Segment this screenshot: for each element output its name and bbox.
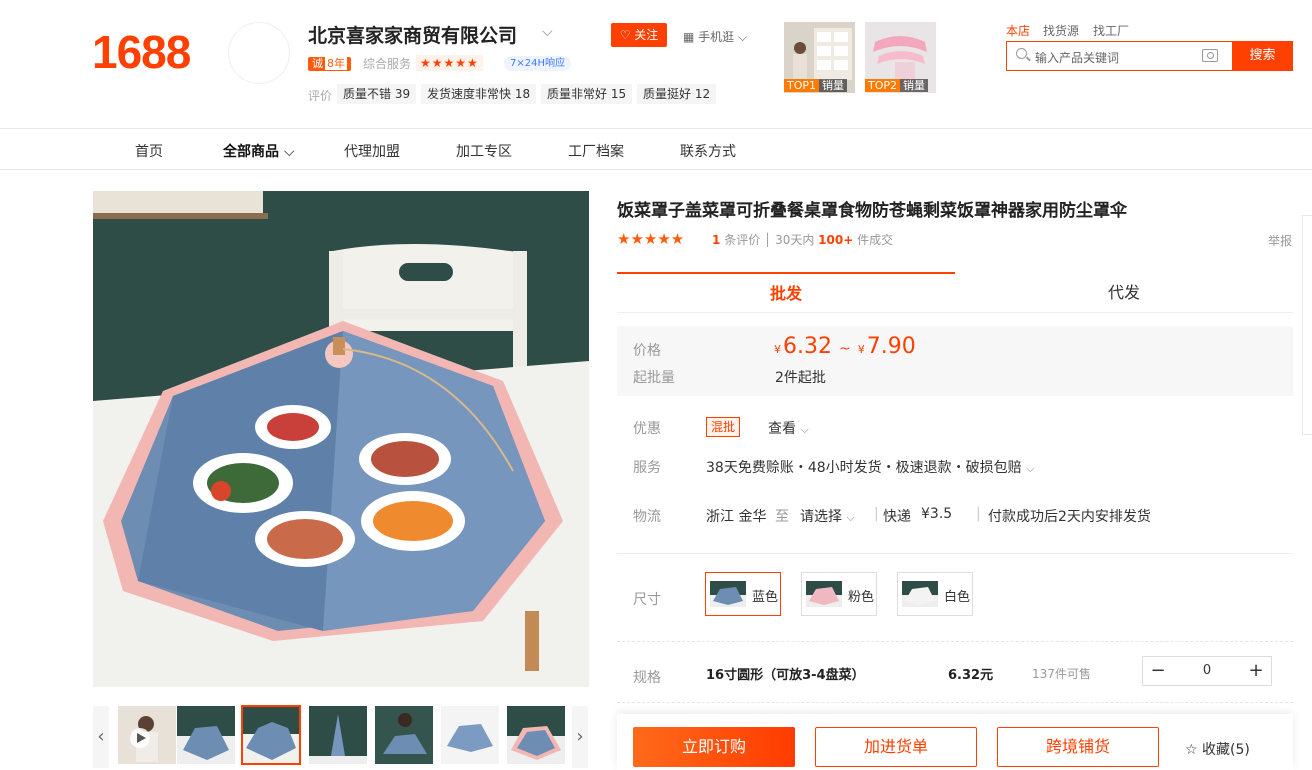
eval-tag: 发货速度非常快 18: [421, 84, 537, 104]
rating-meta[interactable]: 1 条评价 │ 30天内 100+ 件成交: [712, 231, 893, 248]
express-fee: ¥3.5: [921, 506, 953, 522]
top-product-card[interactable]: TOP1 销量: [784, 22, 855, 93]
service-label: 服务: [633, 460, 661, 476]
sku-option-white[interactable]: 白色: [897, 572, 973, 616]
eval-tag: 质量不错 39: [337, 84, 417, 104]
separator: |: [874, 506, 879, 522]
mobile-browse[interactable]: ▦ 手机逛 ⌵: [683, 28, 747, 45]
follow-button[interactable]: ♡ 关注: [611, 23, 667, 47]
star-icon: ☆: [1185, 742, 1198, 758]
service-value[interactable]: 38天免费赊账・48小时发货・极速退款・破损包赔 ⌵: [706, 457, 1034, 477]
order-now-button[interactable]: 立即订购: [633, 727, 795, 767]
chevron-down-icon: ⌵: [283, 144, 295, 160]
nav-factory[interactable]: 工厂档案: [568, 141, 624, 161]
ship-to-select[interactable]: 请选择 ⌵: [800, 506, 855, 526]
plus-icon[interactable]: +: [1241, 657, 1271, 685]
quantity-value[interactable]: 0: [1173, 657, 1241, 685]
top-product-card[interactable]: TOP2 销量: [865, 22, 936, 93]
side-panel-tab[interactable]: [1302, 215, 1312, 435]
product-main-image[interactable]: [93, 191, 589, 687]
divider: [617, 553, 1293, 554]
separator: |: [976, 506, 981, 522]
thumbnail[interactable]: [177, 706, 235, 764]
tabs-divider: [617, 312, 1293, 313]
qr-grid-icon: ▦: [683, 30, 695, 44]
ship-from: 浙江 金华: [706, 509, 767, 525]
nav-processing[interactable]: 加工专区: [456, 141, 512, 161]
moq-label: 起批量: [633, 370, 675, 386]
spec-stock: 137件可售: [1032, 667, 1091, 681]
shop-avatar[interactable]: [228, 22, 290, 84]
thumbs-next-arrow[interactable]: ›: [572, 706, 588, 768]
site-logo[interactable]: 1688: [92, 24, 191, 80]
chevron-down-icon: ⌵: [1026, 462, 1035, 475]
chevron-down-icon: ⌵: [846, 511, 855, 524]
sku-option-pink[interactable]: 粉色: [801, 572, 877, 616]
thumbnail[interactable]: [309, 706, 367, 764]
price-panel: [617, 326, 1293, 396]
eval-tag: 质量非常好 15: [541, 84, 633, 104]
thumbnail[interactable]: [507, 706, 565, 764]
crossborder-button[interactable]: 跨境铺货: [997, 727, 1159, 767]
service-score-label: 综合服务: [363, 57, 412, 71]
price-label: 价格: [633, 343, 661, 359]
nav-contact[interactable]: 联系方式: [680, 141, 736, 161]
shop-name[interactable]: 北京喜家家商贸有限公司: [308, 22, 517, 50]
spec-name: 16寸圆形（可放3-4盘菜）: [706, 668, 865, 683]
search-button[interactable]: 搜索: [1232, 41, 1293, 71]
chevron-down-icon[interactable]: ⌵: [542, 24, 553, 40]
divider: [617, 641, 1293, 642]
thumbnail-video[interactable]: [118, 706, 176, 764]
search-input[interactable]: 输入产品关键词: [1006, 41, 1232, 71]
minus-icon[interactable]: −: [1143, 657, 1173, 685]
promo-label: 优惠: [633, 421, 661, 437]
search-scope-factory[interactable]: 找工厂: [1093, 22, 1129, 39]
thumbs-prev-arrow[interactable]: ‹: [93, 706, 109, 768]
spec-label: 规格: [633, 670, 661, 686]
logistics-label: 物流: [633, 509, 661, 525]
moq-value: 2件起批: [775, 370, 826, 386]
express-label: 快递: [883, 509, 911, 525]
promo-view-link[interactable]: 查看 ⌵: [768, 418, 809, 438]
thumbnail-selected[interactable]: [241, 705, 301, 765]
quantity-stepper[interactable]: − 0 +: [1142, 656, 1272, 686]
product-title: 饭菜罩子盖菜罩可折叠餐桌罩食物防苍蝇剩菜饭罩神器家用防尘罩伞: [617, 201, 1127, 221]
sku-option-blue[interactable]: 蓝色: [705, 572, 781, 616]
rating-stars: ★★★★★: [617, 230, 685, 248]
tab-wholesale[interactable]: 批发: [617, 272, 955, 312]
spec-price: 6.32元: [948, 668, 994, 683]
ship-note: 付款成功后2天内安排发货: [988, 509, 1151, 525]
years-badge: 诚 8年: [308, 57, 351, 71]
report-link[interactable]: 举报: [1268, 232, 1292, 249]
search-placeholder: 输入产品关键词: [1035, 51, 1120, 65]
eval-tag: 质量挺好 12: [637, 84, 717, 104]
add-to-cart-button[interactable]: 加进货单: [815, 727, 977, 767]
service-stars: ★★★★★: [416, 55, 483, 71]
search-scope-shop[interactable]: 本店: [1006, 22, 1030, 39]
shop-nav-bar: [0, 128, 1312, 170]
mixed-batch-tag: 混批: [706, 417, 741, 437]
chevron-down-icon: ⌵: [800, 423, 809, 436]
price-range: ¥6.32 ~ ¥7.90: [774, 334, 916, 359]
nav-agency[interactable]: 代理加盟: [344, 141, 400, 161]
size-label: 尺寸: [633, 592, 661, 608]
heart-icon: ♡: [619, 28, 631, 42]
camera-icon[interactable]: [1202, 49, 1218, 62]
search-scope-source[interactable]: 找货源: [1043, 22, 1079, 39]
favorite-button[interactable]: ☆ 收藏(5): [1185, 739, 1250, 759]
tab-dropship[interactable]: 代发: [955, 272, 1293, 312]
ship-to-label: 至: [775, 509, 789, 525]
eval-label: 评价: [308, 89, 333, 103]
thumbnail[interactable]: [441, 706, 499, 764]
nav-home[interactable]: 首页: [135, 141, 163, 161]
search-icon: [1016, 48, 1027, 59]
divider: [617, 702, 1293, 703]
response-badge: 7×24H响应: [504, 56, 571, 71]
thumbnail[interactable]: [375, 706, 433, 764]
nav-all-products[interactable]: 全部商品 ⌵: [223, 141, 295, 161]
